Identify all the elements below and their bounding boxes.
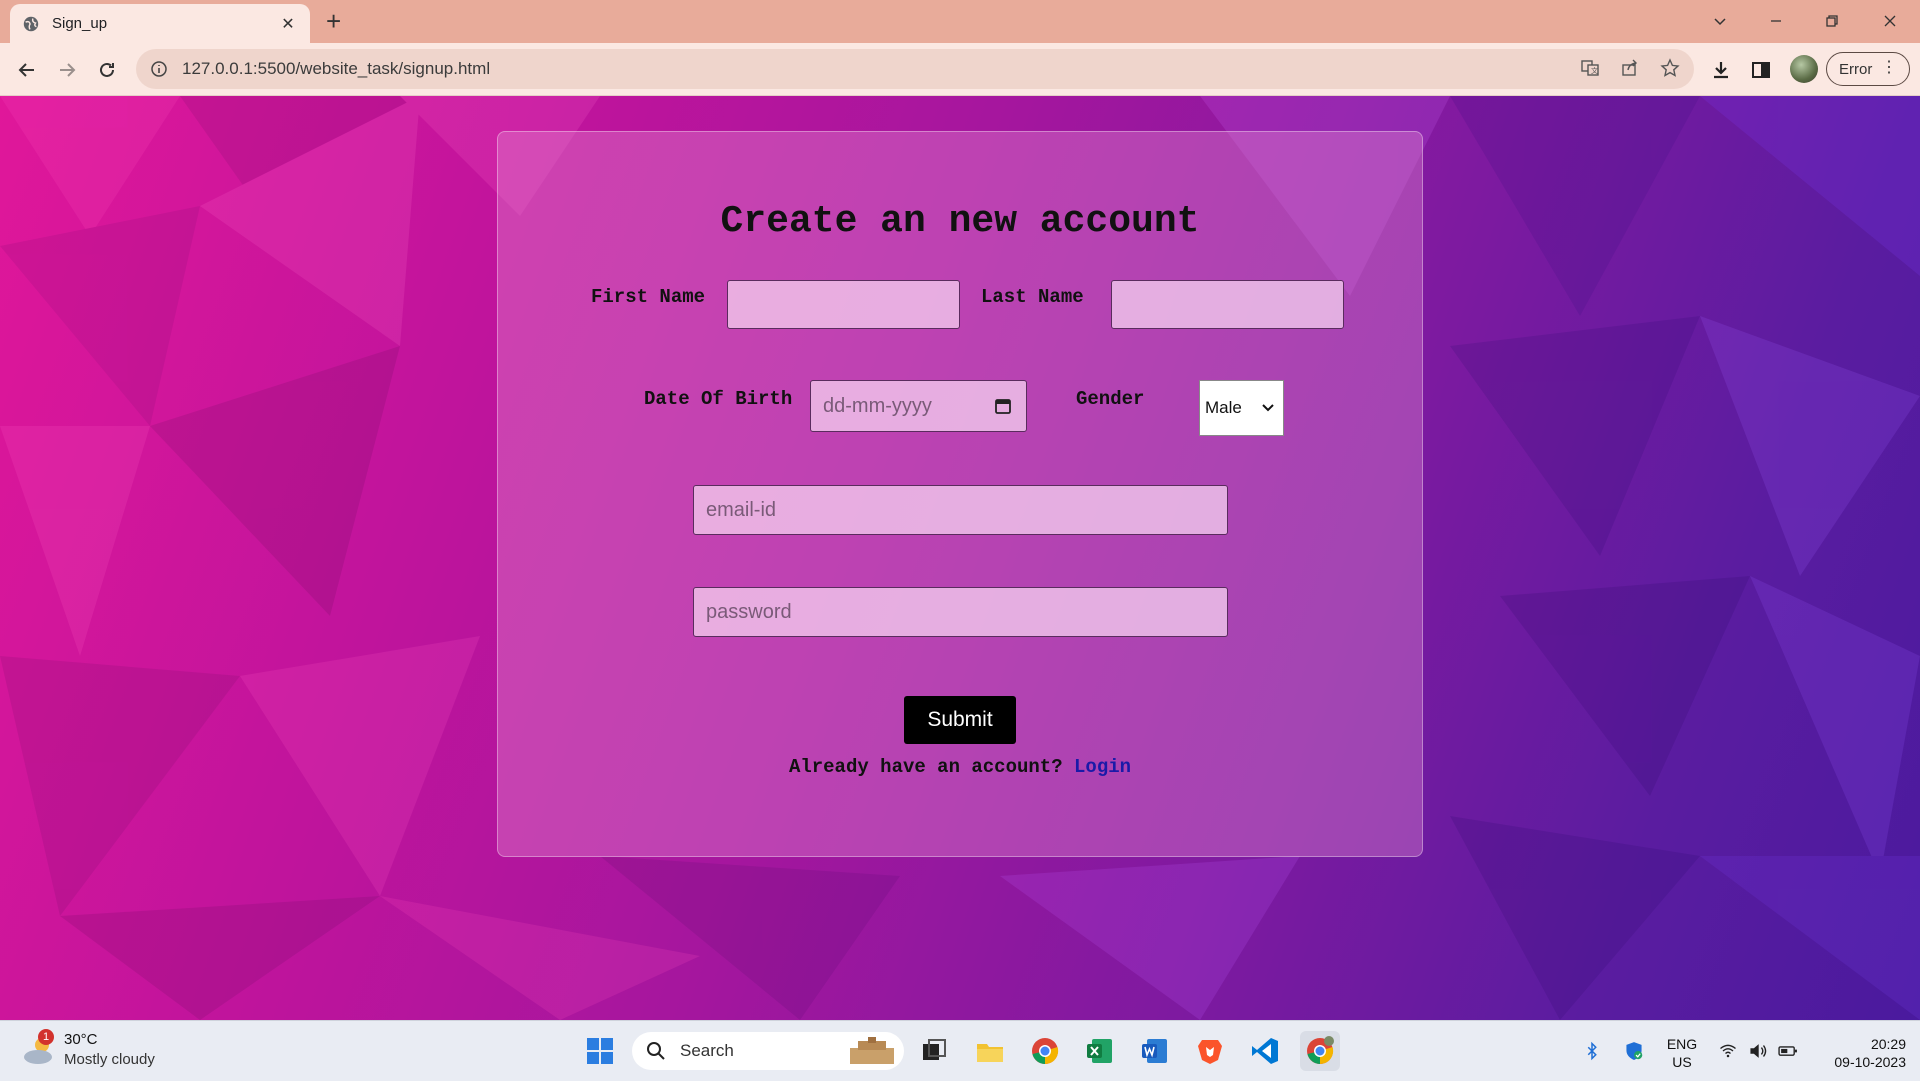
excel-icon[interactable] — [1080, 1031, 1120, 1071]
translate-icon[interactable]: 文 — [1577, 55, 1603, 81]
restore-icon[interactable] — [1812, 6, 1852, 36]
download-icon[interactable] — [1708, 57, 1734, 83]
password-placeholder: password — [706, 600, 792, 623]
security-shield-icon[interactable] — [1614, 1031, 1654, 1071]
windows-start-icon[interactable] — [580, 1031, 620, 1071]
chevron-down-icon — [1262, 404, 1274, 412]
region-code: US — [1672, 1054, 1692, 1070]
task-view-icon[interactable] — [914, 1031, 954, 1071]
gender-label: Gender — [1076, 388, 1145, 410]
login-link[interactable]: Login — [1074, 756, 1131, 778]
bookmark-star-icon[interactable] — [1657, 55, 1683, 81]
svg-text:文: 文 — [1591, 66, 1598, 75]
clock-date: 09-10-2023 — [1834, 1054, 1906, 1070]
share-icon[interactable] — [1617, 55, 1643, 81]
search-label: Search — [680, 1041, 734, 1060]
signup-card: Create an new account First Name Last Na… — [497, 131, 1423, 857]
email-placeholder: email-id — [706, 498, 777, 521]
reload-icon[interactable] — [92, 55, 122, 85]
page-background: Create an new account First Name Last Na… — [0, 96, 1920, 1020]
search-highlight-icon — [850, 1037, 894, 1064]
dob-input[interactable]: dd-mm-yyyy — [810, 380, 1027, 432]
dob-placeholder: dd-mm-yyyy — [823, 394, 932, 417]
chrome-icon[interactable] — [1025, 1031, 1065, 1071]
profile-error-button[interactable]: Error ⋮ — [1826, 52, 1910, 86]
forward-icon[interactable] — [52, 55, 82, 85]
language-indicator[interactable]: ENG US — [1664, 1035, 1700, 1071]
login-prompt-text: Already have an account? — [788, 756, 1063, 778]
weather-widget[interactable]: 1 30°C Mostly cloudy — [0, 1021, 170, 1081]
first-name-label: First Name — [591, 286, 706, 308]
minimize-icon[interactable] — [1756, 6, 1796, 36]
address-bar[interactable]: 127.0.0.1:5500/website_task/signup.html — [136, 49, 1694, 89]
dob-label: Date Of Birth — [644, 388, 793, 410]
url-text: 127.0.0.1:5500/website_task/signup.html — [182, 59, 491, 78]
weather-badge: 1 — [38, 1029, 54, 1045]
chrome-active-icon[interactable] — [1300, 1031, 1340, 1071]
gender-select[interactable]: Male — [1199, 380, 1284, 436]
browser-tab[interactable]: Sign_up ✕ — [10, 4, 310, 43]
tab-title: Sign_up — [52, 15, 108, 32]
clock-time: 20:29 — [1870, 1036, 1906, 1052]
email-input[interactable]: email-id — [693, 485, 1228, 535]
file-explorer-icon[interactable] — [970, 1031, 1010, 1071]
globe-icon — [23, 16, 39, 31]
browser-tab-bar: Sign_up ✕ + — [0, 0, 1920, 43]
back-icon[interactable] — [12, 55, 42, 85]
clock[interactable]: 20:29 09-10-2023 — [1812, 1035, 1906, 1071]
first-name-input[interactable] — [727, 280, 960, 329]
language-code: ENG — [1666, 1036, 1698, 1052]
last-name-label: Last Name — [981, 286, 1084, 308]
browser-toolbar: 127.0.0.1:5500/website_task/signup.html … — [0, 43, 1920, 96]
bluetooth-icon[interactable] — [1572, 1031, 1612, 1071]
brave-icon[interactable] — [1190, 1031, 1230, 1071]
tab-search-icon[interactable] — [1700, 6, 1740, 36]
weather-temperature: 30°C — [64, 1031, 98, 1048]
menu-dots-icon[interactable]: ⋮ — [1881, 60, 1897, 76]
new-tab-icon[interactable]: + — [326, 8, 341, 34]
login-prompt: Already have an account? Login — [498, 756, 1422, 778]
page-title: Create an new account — [720, 200, 1200, 243]
side-panel-icon[interactable] — [1748, 57, 1774, 83]
gender-selected-value: Male — [1205, 398, 1242, 417]
search-icon — [647, 1042, 665, 1060]
windows-taskbar: 1 30°C Mostly cloudy Search ENG US 20:29… — [0, 1020, 1920, 1081]
tab-close-icon[interactable]: ✕ — [278, 14, 298, 34]
close-window-icon[interactable] — [1870, 6, 1910, 36]
profile-avatar[interactable] — [1790, 55, 1818, 83]
word-icon[interactable] — [1135, 1031, 1175, 1071]
battery-icon[interactable] — [1768, 1031, 1808, 1071]
weather-description: Mostly cloudy — [64, 1051, 155, 1068]
password-input[interactable]: password — [693, 587, 1228, 637]
site-info-icon[interactable] — [150, 60, 168, 78]
profile-error-label: Error — [1839, 60, 1873, 78]
calendar-icon[interactable] — [994, 397, 1012, 415]
taskbar-search[interactable]: Search — [632, 1032, 904, 1070]
vscode-icon[interactable] — [1245, 1031, 1285, 1071]
last-name-input[interactable] — [1111, 280, 1344, 329]
submit-button[interactable]: Submit — [904, 696, 1016, 744]
